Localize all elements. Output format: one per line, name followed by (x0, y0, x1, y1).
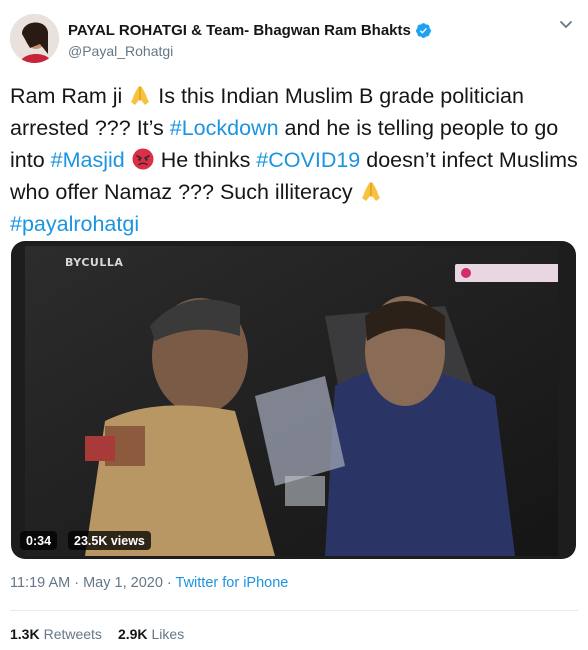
avatar[interactable] (10, 14, 59, 63)
tweet-source-link[interactable]: Twitter for iPhone (176, 575, 289, 591)
retweets-stat[interactable]: 1.3K Retweets (10, 626, 102, 642)
video-location-tag: BYCULLA (65, 256, 124, 269)
retweets-label: Retweets (43, 626, 102, 642)
hashtag-payalrohatgi-link[interactable]: #payalrohatgi (10, 212, 139, 236)
chevron-down-icon[interactable] (556, 14, 576, 34)
video-player[interactable]: BYCULLA 0:34 23.5K views (11, 241, 576, 559)
verified-badge-icon (415, 22, 432, 39)
tweet-text: Ram Ram ji Is this Indian Muslim B grade… (10, 80, 580, 240)
likes-count: 2.9K (117, 626, 148, 642)
author-name[interactable]: PAYAL ROHATGI & Team- Bhagwan Ram Bhakts (68, 22, 411, 39)
tweet-time[interactable]: 11:19 AM (10, 575, 70, 591)
tweet-text-segment: He thinks (154, 148, 257, 172)
likes-stat[interactable]: 2.9K Likes (118, 626, 184, 642)
hashtag-lockdown-link[interactable]: #Lockdown (170, 116, 279, 140)
angry-face-emoji-icon (131, 147, 155, 171)
tweet-date[interactable]: May 1, 2020 (83, 575, 163, 591)
video-views-badge: 23.5K views (68, 531, 151, 550)
meta-separator: · (162, 575, 176, 591)
author-handle[interactable]: @Payal_Rohatgi (68, 43, 432, 59)
meta-separator: · (70, 575, 84, 591)
retweets-count: 1.3K (10, 626, 40, 642)
folded-hands-emoji-icon (359, 179, 383, 203)
hashtag-covid19-link[interactable]: #COVID19 (256, 148, 360, 172)
tweet-stats: 1.3K Retweets 2.9K Likes (10, 626, 200, 642)
hashtag-masjid-link[interactable]: #Masjid (51, 148, 125, 172)
tweet-text-segment: Ram Ram ji (10, 84, 123, 108)
tweet-card: PAYAL ROHATGI & Team- Bhagwan Ram Bhakts… (0, 0, 588, 650)
tweet-meta: 11:19 AM · May 1, 2020 · Twitter for iPh… (10, 575, 288, 591)
video-frame: BYCULLA (25, 246, 558, 556)
channel-logo (455, 264, 558, 282)
folded-hands-emoji-icon (128, 83, 152, 107)
likes-label: Likes (151, 626, 185, 642)
author-block: PAYAL ROHATGI & Team- Bhagwan Ram Bhakts… (68, 22, 432, 59)
video-duration-badge: 0:34 (20, 531, 58, 550)
divider (10, 610, 578, 611)
